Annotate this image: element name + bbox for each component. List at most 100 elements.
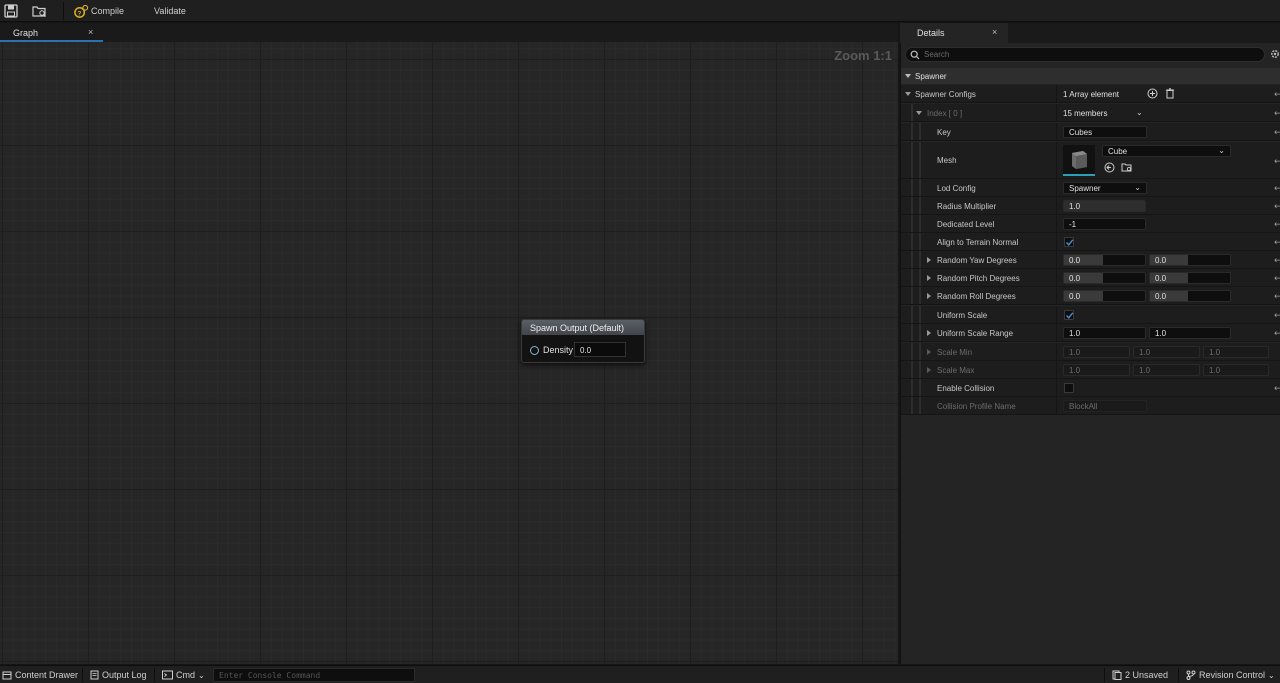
chevron-right-icon[interactable]	[927, 257, 931, 263]
reset-arrow-icon[interactable]: ⟵	[1274, 291, 1280, 302]
revision-control-button[interactable]: Revision Control ⌄	[1186, 670, 1275, 680]
checkmark-icon	[1065, 239, 1074, 246]
collision-profile-name-input: BlockAll	[1063, 400, 1147, 412]
reset-arrow-icon[interactable]: ⟵	[1274, 183, 1280, 194]
chevron-down-icon[interactable]: ⌄	[1136, 108, 1143, 117]
density-pin-label: Density	[543, 345, 574, 355]
reset-arrow-icon[interactable]: ⟵	[1274, 383, 1280, 394]
reset-arrow-icon[interactable]: ⟵	[1274, 89, 1280, 100]
search-input[interactable]: Search	[905, 47, 1265, 62]
tab-details[interactable]: Details ×	[900, 23, 1008, 43]
node-title: Spawn Output (Default)	[522, 320, 644, 335]
mesh-label: Mesh	[937, 156, 957, 165]
row-random-roll: Random Roll Degrees 0.0 0.0 ⟵	[901, 287, 1280, 305]
compile-button[interactable]: ? Compile	[74, 3, 124, 19]
add-element-icon[interactable]	[1147, 88, 1158, 99]
trash-icon[interactable]	[1165, 88, 1175, 99]
save-icon[interactable]	[3, 3, 19, 19]
chevron-down-icon: ⌄	[1218, 146, 1225, 155]
mesh-thumbnail[interactable]	[1063, 145, 1095, 176]
chevron-down-icon[interactable]	[905, 92, 911, 96]
enable-collision-label: Enable Collision	[937, 384, 995, 393]
lod-config-label: Lod Config	[937, 184, 976, 193]
output-log-button[interactable]: Output Log	[90, 670, 147, 680]
random-pitch-label: Random Pitch Degrees	[937, 274, 1020, 283]
chevron-right-icon[interactable]	[927, 330, 931, 336]
spawn-output-node[interactable]: Spawn Output (Default) Density 0.0	[521, 319, 645, 363]
chevron-down-icon	[905, 74, 911, 78]
reset-arrow-icon[interactable]: ⟵	[1274, 273, 1280, 284]
svg-text:?: ?	[77, 10, 81, 17]
reset-arrow-icon[interactable]: ⟵	[1274, 310, 1280, 321]
random-pitch-min-input[interactable]: 0.0	[1063, 272, 1146, 284]
chevron-right-icon[interactable]	[927, 367, 931, 373]
reset-arrow-icon[interactable]: ⟵	[1274, 127, 1280, 138]
key-label: Key	[937, 128, 951, 137]
cube-icon	[1072, 151, 1087, 169]
mesh-value: Cube	[1108, 147, 1128, 156]
enable-collision-checkbox[interactable]	[1064, 383, 1074, 393]
row-enable-collision: Enable Collision ⟵	[901, 379, 1280, 397]
validate-button[interactable]: Validate	[154, 3, 186, 19]
content-drawer-button[interactable]: Content Drawer	[2, 670, 78, 680]
chevron-down-icon: ⌄	[198, 670, 205, 680]
output-log-icon	[90, 670, 99, 680]
random-yaw-max-input[interactable]: 0.0	[1149, 254, 1231, 266]
row-lod-config: Lod Config Spawner ⌄ ⟵	[901, 179, 1280, 197]
main-toolbar: ? Compile Validate	[0, 0, 1280, 22]
unsaved-button[interactable]: 2 Unsaved	[1112, 670, 1168, 680]
scale-max-z-input: 1.0	[1203, 364, 1269, 376]
revision-control-label: Revision Control	[1199, 670, 1266, 680]
chevron-down-icon: ⌄	[1134, 183, 1141, 192]
uniform-scale-range-label: Uniform Scale Range	[937, 329, 1014, 338]
mesh-select[interactable]: Cube ⌄	[1102, 145, 1231, 157]
close-icon[interactable]: ×	[992, 27, 997, 37]
reset-arrow-icon[interactable]: ⟵	[1274, 255, 1280, 266]
reset-arrow-icon[interactable]: ⟵	[1274, 219, 1280, 230]
reset-arrow-icon[interactable]: ⟵	[1274, 156, 1280, 167]
chevron-right-icon[interactable]	[927, 275, 931, 281]
reset-arrow-icon[interactable]: ⟵	[1274, 328, 1280, 339]
status-bar: Content Drawer Output Log Cmd ⌄ Enter Co…	[0, 665, 1280, 683]
chevron-down-icon[interactable]	[916, 111, 922, 115]
scale-min-x-input: 1.0	[1063, 346, 1130, 358]
row-collision-profile-name: Collision Profile Name BlockAll	[901, 397, 1280, 415]
radius-multiplier-input[interactable]: 1.0	[1063, 200, 1146, 212]
reset-arrow-icon[interactable]: ⟵	[1274, 108, 1280, 119]
reset-arrow-icon[interactable]: ⟵	[1274, 237, 1280, 248]
index-value: 15 members	[1063, 109, 1108, 118]
chevron-right-icon[interactable]	[927, 293, 931, 299]
search-placeholder: Search	[924, 50, 950, 59]
use-selected-icon[interactable]	[1104, 162, 1115, 173]
graph-canvas[interactable]: Zoom 1:1 Spawn Output (Default) Density …	[0, 42, 898, 664]
key-input[interactable]: Cubes	[1063, 126, 1147, 138]
uniform-scale-checkbox[interactable]	[1064, 310, 1074, 320]
scale-min-label: Scale Min	[937, 348, 973, 357]
browse-folder-icon[interactable]	[1121, 162, 1133, 173]
tab-details-label: Details	[917, 28, 945, 38]
random-yaw-min-input[interactable]: 0.0	[1063, 254, 1146, 266]
density-pin-icon[interactable]	[530, 346, 539, 355]
random-roll-max-input[interactable]: 0.0	[1149, 290, 1231, 302]
row-uniform-scale-range: Uniform Scale Range 1.0 1.0 ⟵	[901, 324, 1280, 342]
chevron-right-icon[interactable]	[927, 349, 931, 355]
cmd-dropdown[interactable]: Cmd ⌄	[162, 670, 205, 680]
category-spawner[interactable]: Spawner	[901, 68, 1280, 84]
gear-icon[interactable]	[1269, 48, 1280, 60]
dedicated-level-input[interactable]: -1	[1063, 218, 1146, 230]
console-command-input[interactable]: Enter Console Command	[213, 668, 415, 682]
reset-arrow-icon[interactable]: ⟵	[1274, 201, 1280, 212]
lod-config-select[interactable]: Spawner ⌄	[1063, 182, 1147, 194]
row-align-terrain-normal: Align to Terrain Normal ⟵	[901, 233, 1280, 251]
uniform-scale-range-max-input[interactable]: 1.0	[1149, 327, 1231, 339]
random-roll-min-input[interactable]: 0.0	[1063, 290, 1146, 302]
random-yaw-min-value: 0.0	[1069, 256, 1081, 265]
tab-graph[interactable]: Graph ×	[0, 23, 103, 42]
browse-folder-icon[interactable]	[31, 3, 47, 19]
uniform-scale-range-min-input[interactable]: 1.0	[1063, 327, 1146, 339]
close-icon[interactable]: ×	[88, 27, 93, 37]
density-input[interactable]: 0.0	[574, 342, 626, 357]
align-terrain-normal-checkbox[interactable]	[1064, 237, 1074, 247]
radius-multiplier-label: Radius Multiplier	[937, 202, 997, 211]
random-pitch-max-input[interactable]: 0.0	[1149, 272, 1231, 284]
